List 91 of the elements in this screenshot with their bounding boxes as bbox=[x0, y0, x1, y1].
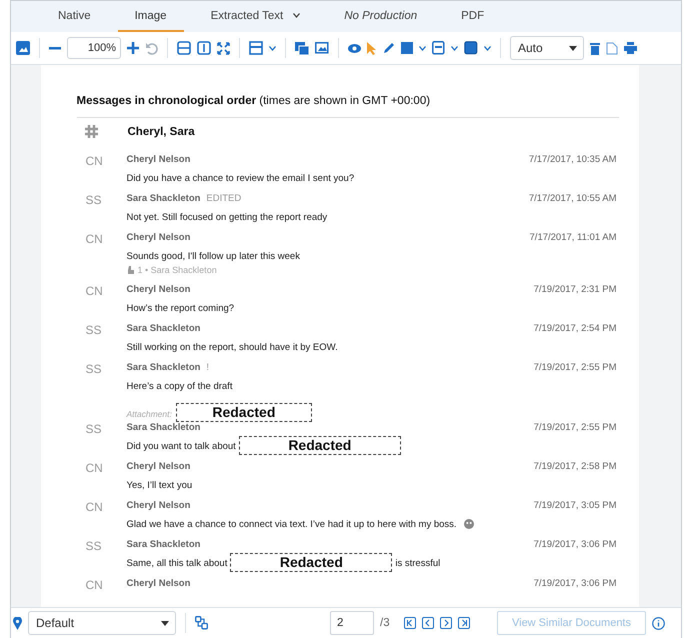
message-tag: EDITED bbox=[206, 193, 242, 207]
message-text: Same, all this talk about bbox=[126, 558, 228, 568]
message-text: Here’s a copy of the draft bbox=[126, 380, 232, 392]
author-initials: CN bbox=[84, 232, 104, 246]
color-caret-icon[interactable] bbox=[484, 46, 491, 50]
image-icon[interactable] bbox=[16, 41, 30, 55]
redaction-box: Redacted bbox=[238, 436, 401, 454]
zoom-field[interactable]: 100% bbox=[67, 37, 121, 59]
tab-caret-icon[interactable] bbox=[293, 13, 300, 18]
message-time: 7/19/2017, 3:06 PM bbox=[534, 578, 616, 591]
author-name: Sara Shackleton bbox=[126, 362, 200, 375]
hierarchy-icon[interactable] bbox=[195, 616, 208, 630]
author-name: Cheryl Nelson bbox=[126, 461, 190, 474]
previous-page-icon[interactable] bbox=[422, 617, 434, 629]
dropdown-caret-icon[interactable] bbox=[569, 46, 577, 50]
message-text: Did you have a chance to review the email I sent you? bbox=[126, 172, 354, 184]
redaction-mode-select[interactable]: Auto bbox=[510, 36, 584, 60]
markup-set-select[interactable]: Default bbox=[28, 611, 176, 635]
face-emoji-icon bbox=[464, 519, 474, 529]
message-text: Not yet. Still focused on getting the report ready bbox=[126, 212, 328, 222]
message-text: Did you want to talk about bbox=[126, 440, 236, 452]
page-number-field[interactable]: 2 bbox=[330, 611, 374, 635]
message-text: Yes, I’ll text you bbox=[126, 480, 192, 490]
redaction-box: Redacted bbox=[230, 552, 392, 572]
copy-image-icon[interactable] bbox=[295, 42, 309, 54]
author-initials: CN bbox=[84, 578, 104, 592]
message-time: 7/17/2017, 10:35 AM bbox=[528, 154, 616, 167]
form-caret-icon[interactable] bbox=[451, 46, 458, 50]
author-initials: SS bbox=[84, 323, 103, 337]
fill-caret-icon[interactable] bbox=[419, 46, 426, 50]
author-name: Sara Shackleton bbox=[126, 323, 200, 336]
author-name: Cheryl Nelson bbox=[126, 500, 190, 513]
author-name: Cheryl Nelson bbox=[126, 578, 190, 591]
print-icon[interactable] bbox=[624, 42, 637, 54]
tab[interactable]: PDF bbox=[444, 1, 502, 32]
info-icon[interactable] bbox=[652, 616, 665, 630]
author-name: Cheryl Nelson bbox=[126, 284, 190, 297]
color-square-icon[interactable] bbox=[464, 41, 478, 55]
author-initials: CN bbox=[84, 154, 104, 168]
message-time: 7/19/2017, 2:54 PM bbox=[534, 323, 616, 336]
page-total: /3 bbox=[380, 617, 390, 629]
layout-icon[interactable] bbox=[249, 41, 263, 55]
location-pin-icon[interactable] bbox=[13, 616, 22, 630]
author-initials: CN bbox=[84, 500, 104, 514]
author-initials: SS bbox=[84, 539, 103, 553]
fit-height-icon[interactable] bbox=[197, 41, 211, 55]
message-text: How’s the report coming? bbox=[126, 302, 234, 314]
message-time: 7/19/2017, 2:58 PM bbox=[534, 461, 616, 474]
message-tag: ! bbox=[206, 362, 210, 376]
form-icon[interactable] bbox=[432, 41, 445, 55]
message-text: is stressful bbox=[395, 558, 440, 568]
first-page-icon[interactable] bbox=[404, 617, 416, 629]
author-name: Sara Shackleton bbox=[126, 422, 200, 435]
tab[interactable]: Native bbox=[41, 1, 108, 32]
message-time: 7/19/2017, 2:55 PM bbox=[534, 362, 616, 375]
message-text: Glad we have a chance to connect via text. I’ve had it up to here with my boss. bbox=[126, 518, 457, 530]
last-page-icon[interactable] bbox=[458, 617, 470, 629]
zoom-in-icon[interactable] bbox=[127, 42, 139, 54]
conversation-title: Cheryl, Sara bbox=[128, 126, 195, 138]
author-initials: SS bbox=[84, 362, 103, 376]
author-initials: CN bbox=[84, 284, 104, 298]
author-name: Cheryl Nelson bbox=[126, 232, 190, 245]
next-page-icon[interactable] bbox=[440, 617, 452, 629]
redaction-box: Redacted bbox=[176, 403, 312, 422]
layout-caret-icon[interactable] bbox=[269, 46, 276, 50]
hashtag-icon bbox=[84, 125, 98, 138]
author-initials: SS bbox=[84, 422, 103, 436]
message-text: Still working on the report, should have it by EOW. bbox=[126, 342, 338, 352]
section-heading: Messages in chronological order (times are shown in GMT +00:00) bbox=[76, 95, 618, 118]
picture-icon[interactable] bbox=[315, 42, 329, 54]
dropdown-caret-icon[interactable] bbox=[161, 620, 169, 626]
pencil-icon[interactable] bbox=[383, 42, 395, 54]
expand-icon[interactable] bbox=[217, 42, 230, 54]
author-name: Cheryl Nelson bbox=[126, 154, 190, 167]
eye-icon[interactable] bbox=[348, 44, 361, 52]
trash-icon[interactable] bbox=[590, 42, 600, 54]
author-name: Sara Shackleton bbox=[126, 193, 200, 206]
message-time: 7/19/2017, 3:05 PM bbox=[534, 500, 616, 513]
fit-width-icon[interactable] bbox=[177, 41, 191, 55]
author-initials: CN bbox=[84, 461, 104, 475]
message-text: Sounds good, I'll follow up later this week bbox=[126, 250, 300, 262]
message-time: 7/17/2017, 11:01 AM bbox=[530, 232, 616, 245]
author-initials: SS bbox=[84, 193, 103, 207]
message-time: 7/19/2017, 2:31 PM bbox=[534, 284, 616, 297]
message-time: 7/19/2017, 2:55 PM bbox=[534, 422, 616, 435]
message-time: 7/17/2017, 10:55 AM bbox=[528, 193, 616, 206]
reaction-text: 1 • Sara Shackleton bbox=[138, 265, 217, 275]
tab[interactable]: Extracted Text bbox=[194, 1, 318, 32]
message-time: 7/19/2017, 3:06 PM bbox=[534, 539, 616, 552]
attachment-label: Attachment: bbox=[126, 408, 172, 418]
author-name: Sara Shackleton bbox=[126, 539, 200, 552]
